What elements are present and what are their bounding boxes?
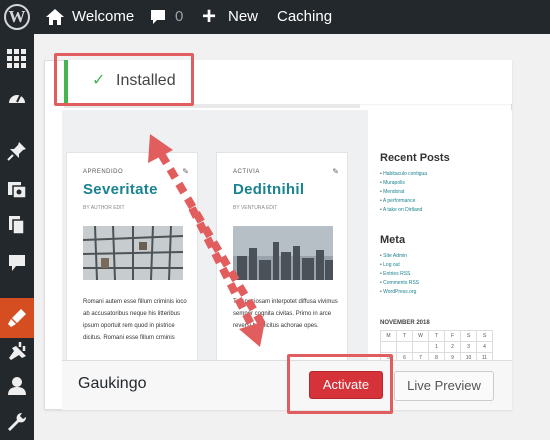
theme-screenshot[interactable]: APRENDIDO ✎ Severitate BY AUTHOR EDIT Ro… (62, 110, 512, 360)
gauge-icon[interactable] (0, 88, 34, 118)
recent-posts-list: Habitaculo contigua Murapolis Mendorat A… (380, 170, 427, 215)
calendar-title: NOVEMBER 2018 (380, 320, 430, 326)
post-thumbnail (233, 226, 333, 280)
meta-title: Meta (380, 234, 406, 246)
calendar-cell: 11 (476, 352, 493, 360)
media-icon[interactable] (0, 179, 34, 209)
calendar-cell: 6 (396, 352, 413, 360)
home-icon[interactable] (45, 8, 65, 26)
comments-count[interactable]: 0 (175, 0, 183, 34)
appearance-icon[interactable] (0, 298, 34, 338)
calendar-row: MTWTFSS (380, 330, 493, 342)
pin-icon[interactable] (0, 141, 34, 171)
list-item: Site Admin (380, 252, 419, 261)
list-item: A performance (380, 197, 427, 206)
calendar-cell (380, 341, 397, 353)
sticky-pin-icon: ✎ (182, 167, 189, 176)
list-item: Log out (380, 261, 419, 270)
installed-highlight-box (54, 53, 194, 106)
meta-list: Site Admin Log out Entries RSS Comments … (380, 252, 419, 297)
calendar-cell: 1 (428, 341, 445, 353)
calendar-cell: W (412, 330, 429, 342)
calendar-cell: 10 (460, 352, 477, 360)
calendar-cell: T (396, 330, 413, 342)
list-item: Habitaculo contigua (380, 170, 427, 179)
calendar-table: M T W T F S S 1 2 3 4 5 6 7 8 9 10 11 (380, 330, 493, 360)
plus-icon[interactable]: + (202, 0, 216, 34)
sticky-pin-icon: ✎ (332, 167, 339, 176)
list-item: Mendorat (380, 188, 427, 197)
calendar-cell: 8 (428, 352, 445, 360)
wordpress-logo-icon[interactable]: W (4, 4, 30, 30)
active-menu-pointer (34, 311, 41, 325)
post-card: ACTIVIA ✎ Deditnihil BY VENTURA EDIT Tu … (216, 152, 348, 360)
calendar-cell: T (428, 330, 445, 342)
list-item: Murapolis (380, 179, 427, 188)
list-item: Entries RSS (380, 270, 419, 279)
calendar-cell: M (380, 330, 397, 342)
post-title: Deditnihil (233, 181, 305, 198)
post-card: APRENDIDO ✎ Severitate BY AUTHOR EDIT Ro… (66, 152, 198, 360)
new-content-link[interactable]: New (228, 0, 258, 34)
calendar-cell: 2 (444, 341, 461, 353)
plugins-icon[interactable] (0, 341, 34, 371)
calendar-cell: 4 (476, 341, 493, 353)
comments-icon[interactable] (0, 253, 34, 283)
post-excerpt: Tu speciosam interpotet diffusa vivimus … (233, 299, 338, 329)
pages-icon[interactable] (0, 215, 34, 245)
calendar-cell: F (444, 330, 461, 342)
calendar-row: 5 6 7 8 9 10 11 (380, 352, 493, 360)
calendar-cell: S (476, 330, 493, 342)
category-label: ACTIVIA (233, 169, 260, 175)
theme-name: Gaukingo (78, 375, 147, 392)
admin-menu (0, 34, 41, 440)
activate-highlight-box (287, 354, 393, 414)
tools-icon[interactable] (0, 412, 34, 440)
sidebar-widgets: Recent Posts Habitaculo contigua Murapol… (368, 110, 512, 360)
calendar-cell: 3 (460, 341, 477, 353)
post-title: Severitate (83, 181, 158, 198)
calendar-row: 1234 (380, 341, 493, 353)
calendar-cell: 9 (444, 352, 461, 360)
calendar-cell: 7 (412, 352, 429, 360)
calendar-cell: S (460, 330, 477, 342)
admin-bar: W Welcome 0 + New Caching (0, 0, 550, 34)
post-thumbnail (83, 226, 183, 280)
live-preview-button[interactable]: Live Preview (394, 371, 494, 401)
post-meta: BY VENTURA EDIT (233, 205, 278, 211)
list-item: Comments RSS (380, 279, 419, 288)
calendar-cell (412, 341, 429, 353)
list-item: A take on Dirtland (380, 206, 427, 215)
post-excerpt: Romani autem esse fillum criminis ioco a… (83, 299, 187, 341)
site-name-link[interactable]: Welcome (72, 0, 134, 34)
calendar-cell (396, 341, 413, 353)
list-item: WordPress.org (380, 288, 419, 297)
users-icon[interactable] (0, 376, 34, 406)
wp-admin-screen: W Welcome 0 + New Caching ✓ Installed AP… (0, 0, 550, 440)
post-meta: BY AUTHOR EDIT (83, 205, 125, 211)
recent-posts-title: Recent Posts (380, 152, 450, 164)
caching-link[interactable]: Caching (277, 0, 332, 34)
comment-icon[interactable] (149, 9, 167, 25)
dashboard-grid-icon[interactable] (0, 49, 34, 79)
category-label: APRENDIDO (83, 169, 124, 175)
